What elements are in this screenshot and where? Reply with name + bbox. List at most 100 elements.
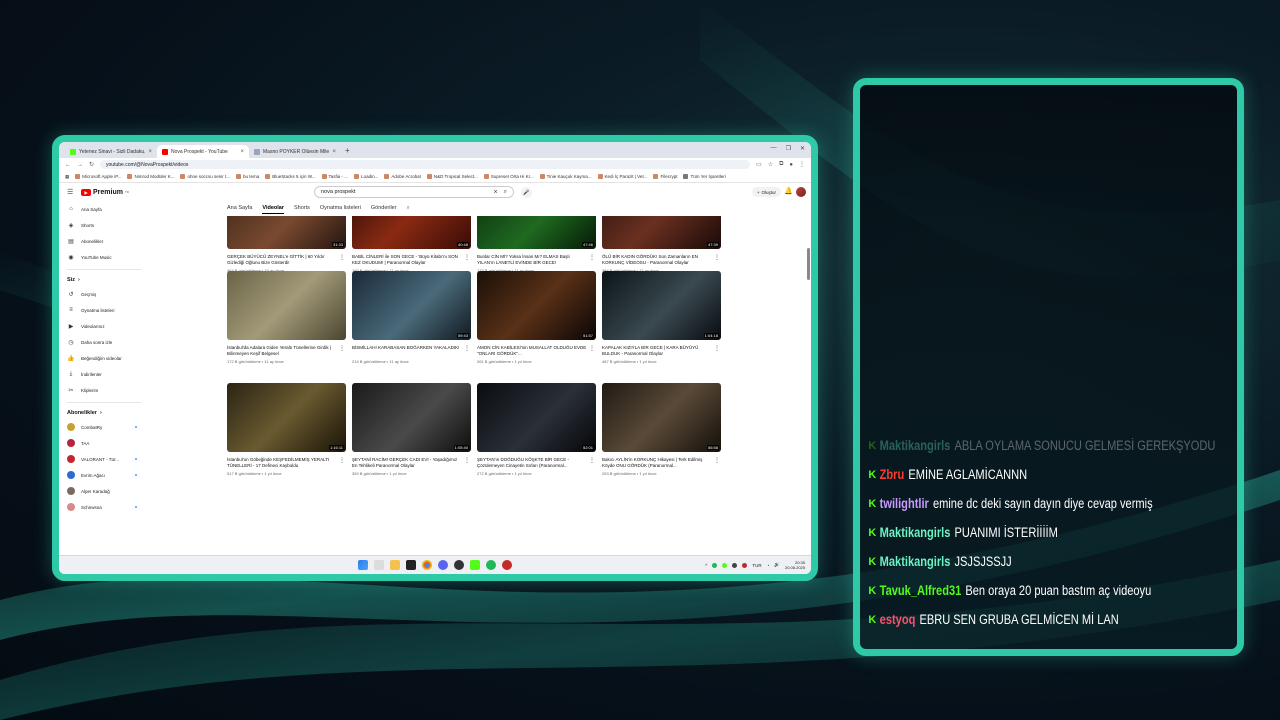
video-title[interactable]: BİSMİLLAH! KARABASAN BOĞARKEN YAKALADIK! bbox=[352, 345, 462, 357]
close-tab-icon[interactable]: × bbox=[240, 149, 244, 155]
bookmark[interactable]: Tinie Kauçuk Kayma... bbox=[539, 174, 592, 179]
bookmark[interactable]: Loadin... bbox=[354, 174, 378, 179]
bookmark[interactable]: N&D Tropical Select... bbox=[426, 174, 478, 179]
kick-app-icon[interactable] bbox=[470, 560, 480, 570]
menu-icon[interactable]: ⋮ bbox=[799, 161, 805, 168]
sidebar-item[interactable]: ✂ Kliplerim bbox=[67, 382, 147, 398]
chrome-icon[interactable] bbox=[422, 560, 432, 570]
browser-tab-active[interactable]: Nova Prospekt - YouTube × bbox=[157, 145, 249, 158]
windows-start-icon[interactable] bbox=[358, 560, 368, 570]
video-thumbnail[interactable]: 47:39 bbox=[602, 216, 721, 249]
subscription-item[interactable]: Alper Karadağ bbox=[67, 483, 147, 499]
video-options-icon[interactable]: ⋮ bbox=[589, 345, 595, 352]
video-card[interactable]: 51:57 AMON CİN KABİLESİ'nin MUSALLAT OLDU… bbox=[477, 271, 596, 364]
bookmark[interactable]: Microsoft Apple iP... bbox=[75, 174, 121, 179]
close-window-icon[interactable]: ✕ bbox=[800, 145, 805, 152]
bookmark[interactable]: ohne soccsu senir t... bbox=[180, 174, 230, 179]
video-card[interactable]: 47:39 ÖLÜ BİR KADIN GÖRDÜK! Son Zamanları… bbox=[602, 216, 721, 273]
chat-username[interactable]: Maktikangirls bbox=[880, 438, 951, 453]
video-thumbnail[interactable]: 56:58 bbox=[602, 383, 721, 452]
profile-icon[interactable]: ● bbox=[789, 162, 793, 168]
page-scrollbar[interactable] bbox=[807, 248, 810, 280]
clock[interactable]: 20:35 20.08.2025 bbox=[785, 560, 805, 570]
subscription-item[interactable]: Schnwsna bbox=[67, 499, 147, 515]
video-thumbnail[interactable]: 40:48 bbox=[352, 216, 471, 249]
subscription-item[interactable]: VALORANT - Tür... bbox=[67, 451, 147, 467]
video-card[interactable]: 56:58 Bakıcı AYLİN'in KORKUNÇ Hikayesi | … bbox=[602, 383, 721, 476]
browser-tab[interactable]: Masno POYKER Ölüesin Mile... × bbox=[249, 145, 341, 158]
video-options-icon[interactable]: ⋮ bbox=[464, 345, 470, 352]
sidebar-section-subscriptions[interactable]: Abonelikler › bbox=[67, 406, 147, 419]
sidebar-item[interactable]: ≡ Oynatma listeleri bbox=[67, 302, 147, 318]
video-thumbnail[interactable]: 51:57 bbox=[477, 271, 596, 340]
video-card[interactable]: 52:01 ŞEYTAN'ın DOĞDUĞU KÖŞKTE BİR GECE -… bbox=[477, 383, 596, 476]
video-options-icon[interactable]: ⋮ bbox=[339, 457, 345, 464]
hamburger-menu-icon[interactable]: ☰ bbox=[67, 188, 81, 196]
channel-search-icon[interactable]: ⌕ bbox=[407, 205, 410, 214]
video-thumbnail[interactable]: 1:04:18 bbox=[602, 271, 721, 340]
volume-icon[interactable]: 🔊 bbox=[774, 562, 780, 568]
video-thumbnail[interactable]: 1:16:11 bbox=[227, 383, 346, 452]
chat-username[interactable]: Maktikangirls bbox=[880, 525, 951, 540]
subscription-item[interactable]: CombatRy bbox=[67, 419, 147, 435]
close-tab-icon[interactable]: × bbox=[148, 149, 152, 155]
back-icon[interactable]: ← bbox=[65, 162, 71, 168]
tray-app-icon[interactable] bbox=[742, 562, 748, 568]
bookmark[interactable]: Filecrypt bbox=[653, 174, 677, 179]
sidebar-item[interactable]: ⤓ İndirilenler bbox=[67, 366, 147, 382]
video-card[interactable]: 1:04:18 KAPALAK KIZIYLA BİR GECE | KARA B… bbox=[602, 271, 721, 364]
video-card[interactable]: 31:33 GERÇEK BÜYÜCÜ ZEYNEL'e GİTTİK | 60 … bbox=[227, 216, 346, 273]
sidebar-item[interactable]: ⌂ Ana Sayfa bbox=[67, 201, 147, 217]
video-options-icon[interactable]: ⋮ bbox=[714, 345, 720, 352]
browser-tab[interactable]: Yetenez Sinavi - Sizli Dadaku... × bbox=[65, 145, 157, 158]
forward-icon[interactable]: → bbox=[77, 162, 83, 168]
video-card[interactable]: 40:48 BABİL CİNLERİ ile SON GECE - 'Büyü … bbox=[352, 216, 471, 273]
obs-icon[interactable] bbox=[454, 560, 464, 570]
bookmark[interactable]: Adobe Acrobat bbox=[384, 174, 421, 179]
bookmark-folder[interactable]: Tüm Yer İşaretleri bbox=[683, 174, 726, 179]
video-thumbnail[interactable] bbox=[227, 271, 346, 340]
video-title[interactable]: Bunlar CİN Mİ? Yoksa İnsan Mı? ELMAS Baş… bbox=[477, 254, 587, 266]
notifications-bell-icon[interactable]: 🔔 bbox=[784, 187, 793, 195]
sidebar-item[interactable]: ◷ Daha sonra izle bbox=[67, 334, 147, 350]
channel-tab[interactable]: Gönderiler bbox=[371, 205, 397, 214]
video-options-icon[interactable]: ⋮ bbox=[339, 345, 345, 352]
chat-username[interactable]: Maktikangirls bbox=[880, 554, 951, 569]
new-tab-button[interactable]: + bbox=[345, 146, 350, 155]
video-card[interactable]: 1:16:11 İstanbul'un Göbeğinde KEŞFEDİLMEM… bbox=[227, 383, 346, 476]
video-card[interactable]: 59:43 BİSMİLLAH! KARABASAN BOĞARKEN YAKAL… bbox=[352, 271, 471, 364]
sidebar-item[interactable]: ↺ Geçmiş bbox=[67, 286, 147, 302]
chat-username[interactable]: twilightlir bbox=[880, 496, 929, 511]
channel-tab[interactable]: Shorts bbox=[294, 205, 310, 214]
bookmark[interactable]: Nimrod Modüler K... bbox=[127, 174, 174, 179]
video-card[interactable]: İstanbul'da Adalara Giden Yeraltı Tünell… bbox=[227, 271, 346, 364]
maximize-icon[interactable]: ❐ bbox=[786, 145, 791, 152]
spotify-icon[interactable] bbox=[486, 560, 496, 570]
language-indicator[interactable]: TUR bbox=[752, 563, 761, 568]
video-title[interactable]: İstanbul'da Adalara Giden Yeraltı Tünell… bbox=[227, 345, 337, 357]
sidebar-item[interactable]: ◈ Shorts bbox=[67, 217, 147, 233]
reload-icon[interactable]: ↻ bbox=[89, 161, 94, 168]
video-title[interactable]: ÖLÜ BİR KADIN GÖRDÜK! Son Zamanların EN … bbox=[602, 254, 712, 266]
url-field[interactable]: youtube.com/@NovaProspekt/videos bbox=[100, 160, 751, 169]
bookmark[interactable]: Tasfia - ... bbox=[321, 174, 348, 179]
tray-chevron-icon[interactable]: ^ bbox=[705, 563, 707, 568]
subscription-item[interactable]: TAA bbox=[67, 435, 147, 451]
minimize-icon[interactable]: — bbox=[771, 145, 777, 152]
tray-app-icon[interactable] bbox=[712, 562, 718, 568]
bookmark[interactable]: BlueStacks 5 için W... bbox=[265, 174, 316, 179]
video-title[interactable]: GERÇEK BÜYÜCÜ ZEYNEL'e GİTTİK | 60 Yıldı… bbox=[227, 254, 337, 266]
network-icon[interactable]: ◔ bbox=[767, 563, 770, 568]
search-icon[interactable]: ⌕ bbox=[504, 189, 507, 196]
cast-icon[interactable]: ▭ bbox=[756, 161, 762, 168]
video-title[interactable]: ŞEYTAN'ın DOĞDUĞU KÖŞKTE BİR GECE - Çözü… bbox=[477, 457, 587, 469]
chat-username[interactable]: Zbru bbox=[880, 467, 905, 482]
close-tab-icon[interactable]: × bbox=[332, 149, 336, 155]
video-title[interactable]: İstanbul'un Göbeğinde KEŞFEDİLMEMİŞ YERA… bbox=[227, 457, 337, 469]
clear-search-icon[interactable]: × bbox=[494, 189, 498, 196]
tray-app-icon[interactable] bbox=[722, 562, 728, 568]
bookmark[interactable]: Kedi İç Parazit | Vet... bbox=[597, 174, 647, 179]
sidebar-item[interactable]: ◉ YouTube Music bbox=[67, 249, 147, 265]
channel-tab[interactable]: Oynatma listeleri bbox=[320, 205, 361, 214]
terminal-icon[interactable] bbox=[406, 560, 416, 570]
